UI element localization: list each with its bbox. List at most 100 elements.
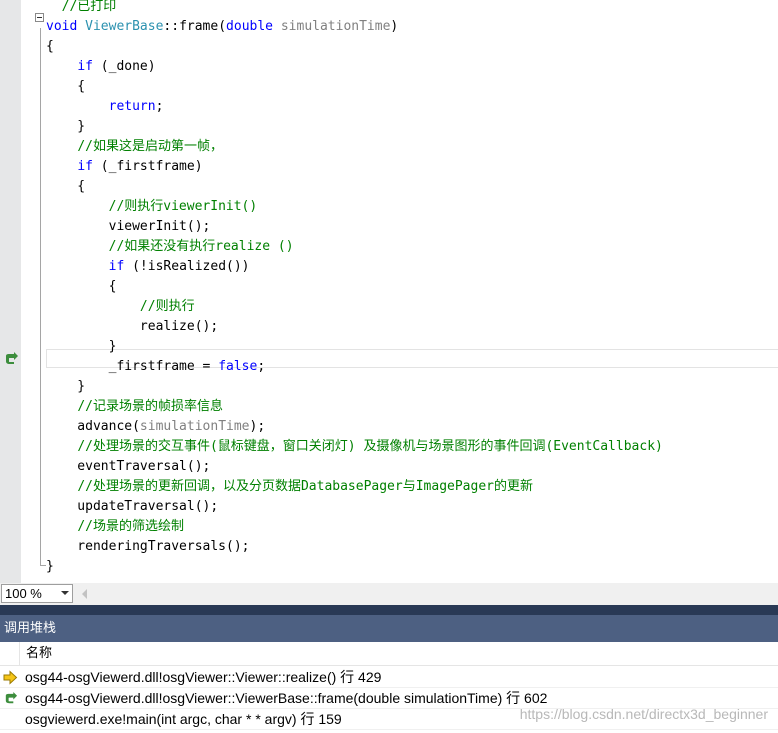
code-token: { — [46, 79, 86, 94]
code-token: simulationTime — [280, 19, 391, 34]
code-token: (!isRealized()) — [124, 259, 250, 274]
code-token: //如果这是启动第一帧， — [77, 139, 223, 154]
code-line[interactable]: eventTraversal(); — [46, 457, 778, 477]
code-token: //场景的筛选绘制 — [77, 519, 184, 534]
code-token: _firstframe = — [46, 359, 219, 374]
code-line[interactable]: } — [46, 377, 778, 397]
zoom-dropdown[interactable]: 100 % — [1, 584, 73, 603]
callstack-panel: 名称 osg44-osgViewerd.dll!osgViewer::Viewe… — [0, 642, 778, 733]
callstack-row-text: osg44-osgViewerd.dll!osgViewer::ViewerBa… — [25, 690, 548, 706]
code-line[interactable]: void ViewerBase::frame(double simulation… — [46, 17, 778, 37]
code-line[interactable]: { — [46, 177, 778, 197]
code-editor[interactable]: //已打印void ViewerBase::frame(double simul… — [0, 0, 778, 583]
code-token: } — [46, 339, 117, 354]
code-line[interactable]: //则执行 — [46, 297, 778, 317]
code-line[interactable]: realize(); — [46, 317, 778, 337]
code-line[interactable]: viewerInit(); — [46, 217, 778, 237]
code-token: //则执行viewerInit() — [108, 199, 258, 214]
scroll-left-icon[interactable] — [82, 589, 87, 599]
code-line[interactable]: //场景的筛选绘制 — [46, 517, 778, 537]
code-line[interactable]: //如果这是启动第一帧， — [46, 137, 778, 157]
code-line[interactable]: } — [46, 557, 778, 577]
code-token: { — [46, 279, 117, 294]
code-line[interactable]: //则执行viewerInit() — [46, 197, 778, 217]
callstack-row-text: osg44-osgViewerd.dll!osgViewer::Viewer::… — [25, 669, 382, 685]
code-line[interactable]: { — [46, 77, 778, 97]
code-token: } — [46, 379, 86, 394]
code-token: ViewerBase — [85, 19, 164, 34]
callstack-column-header: 名称 — [0, 642, 778, 666]
code-token: renderingTraversals(); — [46, 539, 250, 554]
code-line[interactable]: //已打印 — [46, 0, 778, 17]
code-line[interactable]: updateTraversal(); — [46, 497, 778, 517]
current-frame-arrow-icon — [3, 670, 18, 685]
code-token: advance( — [46, 419, 140, 434]
return-point-arrow-icon — [5, 691, 18, 704]
code-token: simulationTime — [139, 419, 250, 434]
code-token: ) — [390, 19, 399, 34]
code-token: //已打印 — [46, 0, 117, 14]
panel-splitter[interactable] — [0, 605, 778, 615]
column-header-gutter — [0, 642, 20, 666]
code-token: //如果还没有执行realize () — [108, 239, 294, 254]
code-token: realize(); — [46, 319, 219, 334]
code-line[interactable]: advance(simulationTime); — [46, 417, 778, 437]
code-token: false — [218, 359, 258, 374]
code-line[interactable]: //处理场景的更新回调，以及分页数据DatabasePager与ImagePag… — [46, 477, 778, 497]
code-token: ::frame( — [163, 19, 227, 34]
callstack-row[interactable]: osg44-osgViewerd.dll!osgViewer::Viewer::… — [0, 667, 778, 688]
code-token: eventTraversal(); — [46, 459, 211, 474]
zoom-value: 100 % — [5, 586, 42, 601]
code-line[interactable]: _firstframe = false; — [46, 357, 778, 377]
code-line[interactable]: if (_firstframe) — [46, 157, 778, 177]
watermark: https://blog.csdn.net/directx3d_beginner — [519, 706, 768, 722]
code-token: ); — [249, 419, 266, 434]
code-line[interactable]: } — [46, 337, 778, 357]
code-token: ; — [257, 359, 266, 374]
code-token: //则执行 — [139, 299, 195, 314]
code-area[interactable]: //已打印void ViewerBase::frame(double simul… — [0, 0, 778, 583]
code-line[interactable]: if (!isRealized()) — [46, 257, 778, 277]
code-token: { — [46, 179, 86, 194]
callstack-row-text: osgviewerd.exe!main(int argc, char * * a… — [25, 711, 342, 727]
code-line[interactable]: { — [46, 37, 778, 57]
code-token: updateTraversal(); — [46, 499, 219, 514]
code-token: return — [108, 99, 156, 114]
code-token: } — [46, 559, 54, 574]
code-token: if — [77, 159, 93, 174]
code-line[interactable]: } — [46, 117, 778, 137]
code-token: (_done) — [92, 59, 156, 74]
code-line[interactable]: //记录场景的帧损率信息 — [46, 397, 778, 417]
code-token: { — [46, 39, 54, 54]
code-token: } — [46, 119, 86, 134]
editor-status-bar: 100 % — [0, 583, 778, 605]
code-token: viewerInit(); — [46, 219, 211, 234]
code-line[interactable]: if (_done) — [46, 57, 778, 77]
code-token: //处理场景的交互事件(鼠标键盘，窗口关闭灯) 及摄像机与场景图形的事件回调(E… — [77, 439, 663, 454]
code-token: //处理场景的更新回调，以及分页数据DatabasePager与ImagePag… — [77, 479, 533, 494]
code-token: if — [77, 59, 93, 74]
code-token: void — [46, 19, 86, 34]
code-line[interactable]: { — [46, 277, 778, 297]
callstack-panel-title: 调用堆栈 — [0, 615, 778, 642]
chevron-down-icon[interactable] — [61, 591, 69, 595]
code-line[interactable]: renderingTraversals(); — [46, 537, 778, 557]
code-token: if — [108, 259, 125, 274]
column-name-header[interactable]: 名称 — [26, 642, 52, 666]
code-line[interactable]: return; — [46, 97, 778, 117]
code-line[interactable]: //处理场景的交互事件(鼠标键盘，窗口关闭灯) 及摄像机与场景图形的事件回调(E… — [46, 437, 778, 457]
code-token: ; — [155, 99, 164, 114]
code-line[interactable]: //如果还没有执行realize () — [46, 237, 778, 257]
code-token: //记录场景的帧损率信息 — [77, 399, 223, 414]
